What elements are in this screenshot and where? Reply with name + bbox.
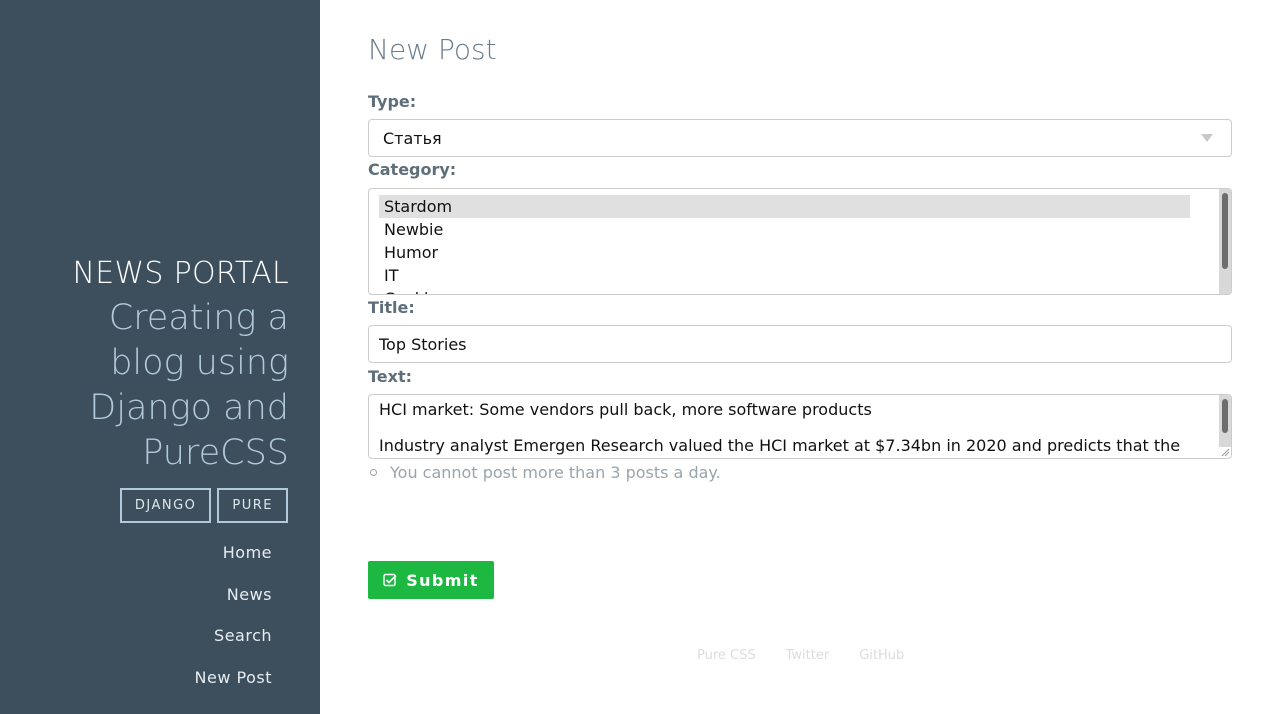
footer-link-github[interactable]: GitHub [859,648,904,663]
type-label: Type: [368,92,417,111]
category-listbox[interactable]: Stardom Newbie Humor IT Cooking [368,188,1232,295]
title-input[interactable]: Top Stories [368,325,1232,363]
resize-handle-icon[interactable] [1220,447,1230,457]
nav-new-post[interactable]: New Post [195,668,272,710]
page-title: New Post [368,33,497,66]
brand-tagline: Creating a blog using Django and PureCSS [89,298,289,473]
text-textarea[interactable]: HCI market: Some vendors pull back, more… [368,394,1232,459]
category-option-cooking[interactable]: Cooking [379,287,1190,294]
bullet-icon [370,469,377,476]
text-label: Text: [368,367,413,386]
nav-home[interactable]: Home [195,543,272,585]
category-scrollbar[interactable] [1219,189,1231,294]
category-label: Category: [368,160,457,179]
chevron-down-icon [1201,134,1213,142]
sidebar: NEWS PORTAL Creating a blog using Django… [0,0,320,714]
type-select[interactable]: Статья [368,119,1232,157]
nav-news[interactable]: News [195,585,272,627]
tag-django[interactable]: DJANGO [119,488,212,523]
error-text: You cannot post more than 3 posts a day. [390,463,721,482]
title-label: Title: [368,298,415,317]
category-option-humor[interactable]: Humor [379,241,1190,264]
error-item: You cannot post more than 3 posts a day. [368,463,721,482]
footer-link-purecss[interactable]: Pure CSS [697,648,756,663]
submit-label: Submit [406,570,479,590]
error-list: You cannot post more than 3 posts a day. [368,463,721,482]
category-option-it[interactable]: IT [379,264,1190,287]
text-scrollbar[interactable] [1219,395,1231,447]
tag-row: DJANGO PURE [119,488,288,523]
brand-title: NEWS PORTAL [72,256,289,291]
check-square-icon [383,573,397,587]
submit-button[interactable]: Submit [368,561,494,599]
sidebar-nav: Home News Search New Post [195,543,272,710]
category-option-stardom[interactable]: Stardom [379,195,1190,218]
type-select-value: Статья [383,128,442,148]
title-input-value: Top Stories [379,334,467,354]
category-scrollbar-thumb[interactable] [1222,193,1228,269]
text-line-1: HCI market: Some vendors pull back, more… [379,400,872,419]
nav-search[interactable]: Search [195,626,272,668]
text-line-2: Industry analyst Emergen Research valued… [379,436,1181,455]
category-option-newbie[interactable]: Newbie [379,218,1190,241]
footer-link-twitter[interactable]: Twitter [786,648,830,663]
footer: Pure CSS Twitter GitHub [697,648,904,663]
text-scrollbar-thumb[interactable] [1222,399,1228,433]
tag-pure[interactable]: PURE [217,488,288,523]
